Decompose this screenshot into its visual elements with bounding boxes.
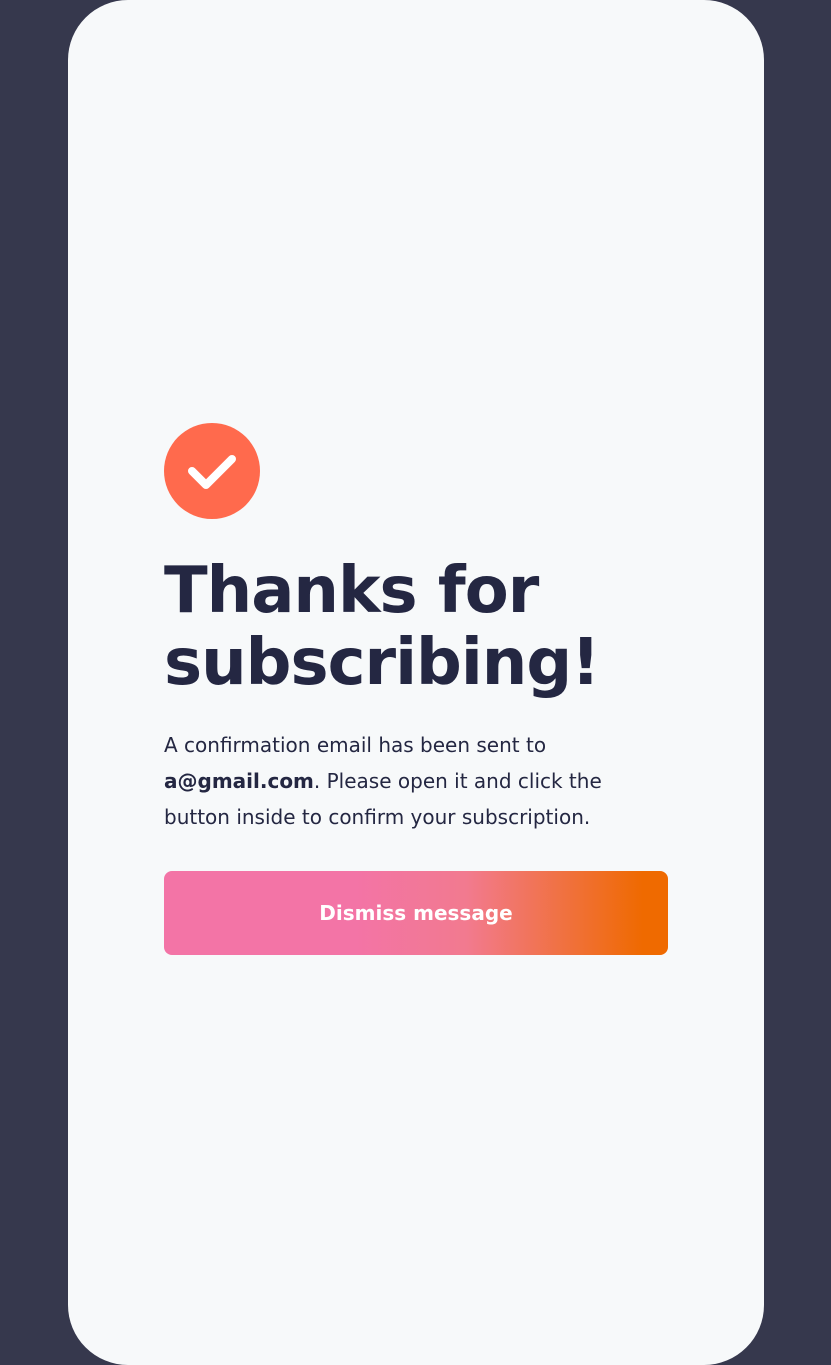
dismiss-button-label: Dismiss message <box>319 901 513 925</box>
check-icon <box>188 455 236 489</box>
email-address: a@gmail.com <box>164 769 314 793</box>
dismiss-button[interactable]: Dismiss message <box>164 871 668 955</box>
page-title: Thanks for subscribing! <box>164 554 600 700</box>
confirmation-card: Thanks for subscribing! A confirmation e… <box>68 0 764 1365</box>
success-badge <box>164 423 260 519</box>
message-prefix: A confirmation email has been sent to <box>164 733 547 757</box>
confirmation-content: Thanks for subscribing! A confirmation e… <box>164 423 668 955</box>
confirmation-message: A confirmation email has been sent to a@… <box>164 727 668 835</box>
